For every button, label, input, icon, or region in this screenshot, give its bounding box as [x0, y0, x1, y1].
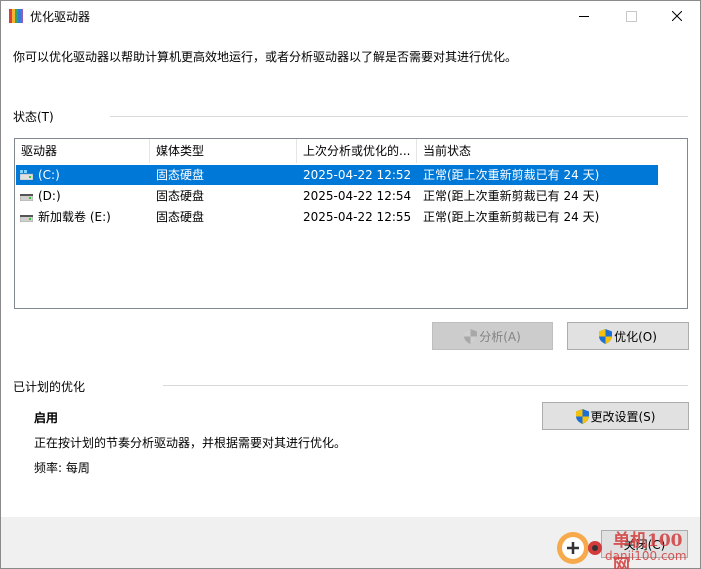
column-header-media-type[interactable]: 媒体类型 — [150, 139, 297, 163]
drive-icon — [20, 215, 33, 222]
minimize-icon — [579, 15, 589, 17]
shield-icon — [599, 328, 613, 344]
optimize-drives-window: 优化驱动器 你可以优化驱动器以帮助计算机更高效地运行，或者分析驱动器以了解是否需… — [0, 0, 701, 569]
scheduled-divider — [163, 385, 688, 386]
maximize-button — [608, 1, 654, 31]
system-drive-icon — [20, 170, 33, 180]
page-description: 你可以优化驱动器以帮助计算机更高效地运行，或者分析驱动器以了解是否需要对其进行优… — [13, 50, 518, 64]
column-header-current-status[interactable]: 当前状态 — [417, 139, 537, 163]
last-run: 2025-04-22 12:54 — [303, 189, 412, 203]
minimize-button[interactable] — [561, 1, 607, 31]
drive-name: (C:) — [38, 168, 60, 182]
last-run: 2025-04-22 12:52 — [303, 168, 412, 182]
list-header: 驱动器 媒体类型 上次分析或优化的... 当前状态 — [15, 139, 687, 163]
optimize-button[interactable]: 优化(O) — [567, 322, 689, 350]
shield-icon — [575, 408, 589, 424]
close-icon — [672, 11, 682, 21]
last-run: 2025-04-22 12:55 — [303, 210, 412, 224]
status-section-label: 状态(T) — [13, 110, 54, 124]
optimize-label: 优化(O) — [614, 329, 657, 344]
watermark-url: danji100.com — [605, 549, 687, 563]
analyze-button[interactable]: 分析(A) — [432, 322, 553, 350]
watermark: 单机100网 danji100.com — [553, 522, 699, 569]
analyze-label: 分析(A) — [479, 329, 521, 344]
table-row-e[interactable]: 新加载卷 (E:) 固态硬盘 2025-04-22 12:55 正常(距上次重新… — [16, 207, 658, 227]
drive-list[interactable]: 驱动器 媒体类型 上次分析或优化的... 当前状态 (C:) 固态硬盘 2025… — [14, 138, 688, 309]
schedule-frequency: 频率: 每周 — [34, 461, 90, 475]
change-settings-button[interactable]: 更改设置(S) — [542, 402, 689, 430]
status-divider — [110, 116, 688, 117]
shield-icon — [464, 328, 478, 344]
drive-name: 新加载卷 (E:) — [38, 210, 111, 224]
column-header-last-run[interactable]: 上次分析或优化的... — [297, 139, 417, 163]
watermark-logo-icon — [557, 532, 602, 564]
media-type: 固态硬盘 — [156, 168, 205, 182]
drive-name: (D:) — [38, 189, 61, 203]
close-window-button[interactable] — [654, 1, 700, 31]
schedule-description: 正在按计划的节奏分析驱动器，并根据需要对其进行优化。 — [34, 436, 347, 450]
media-type: 固态硬盘 — [156, 210, 205, 224]
defrag-app-icon — [9, 9, 23, 23]
scheduled-section-label: 已计划的优化 — [13, 380, 86, 394]
title-bar[interactable]: 优化驱动器 — [1, 1, 700, 31]
column-header-drive[interactable]: 驱动器 — [15, 139, 150, 163]
drive-icon — [20, 194, 33, 201]
table-row-c[interactable]: (C:) 固态硬盘 2025-04-22 12:52 正常(距上次重新剪裁已有 … — [16, 165, 658, 185]
window-title: 优化驱动器 — [30, 10, 91, 24]
maximize-icon — [625, 10, 637, 22]
current-status: 正常(距上次重新剪裁已有 24 天) — [423, 168, 600, 182]
current-status: 正常(距上次重新剪裁已有 24 天) — [423, 189, 600, 203]
table-row-d[interactable]: (D:) 固态硬盘 2025-04-22 12:54 正常(距上次重新剪裁已有 … — [16, 186, 658, 206]
change-settings-label: 更改设置(S) — [590, 409, 656, 424]
current-status: 正常(距上次重新剪裁已有 24 天) — [423, 210, 600, 224]
schedule-state: 启用 — [34, 411, 59, 425]
media-type: 固态硬盘 — [156, 189, 205, 203]
